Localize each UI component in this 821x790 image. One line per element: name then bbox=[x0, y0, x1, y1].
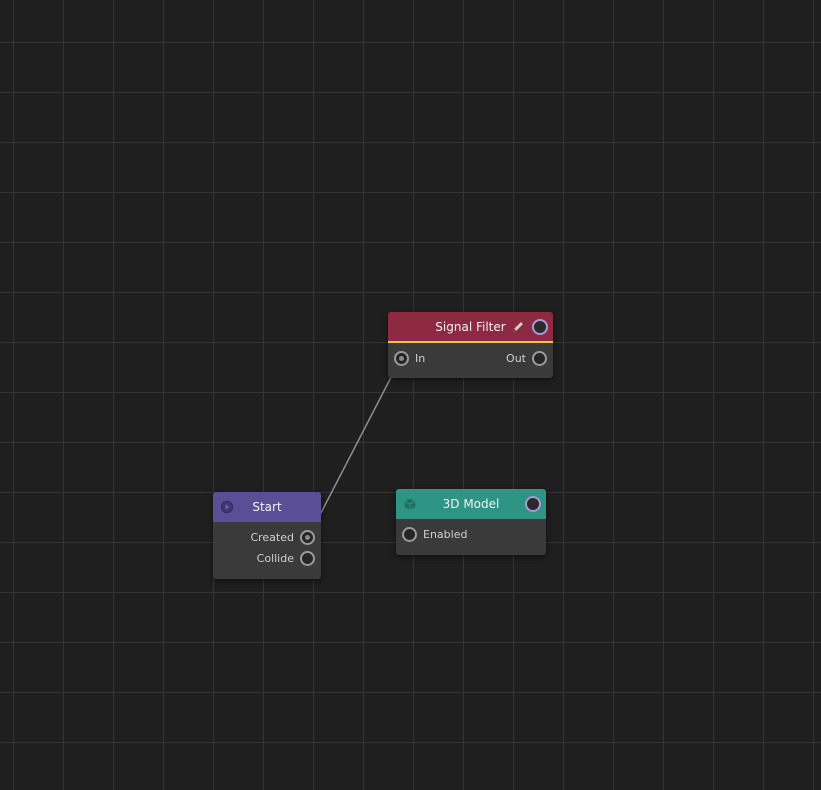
3d-model-enabled-port[interactable]: Enabled bbox=[396, 524, 546, 545]
port-label: Collide bbox=[256, 552, 294, 565]
pencil-icon[interactable] bbox=[512, 320, 525, 333]
signal-filter-ports: In Out bbox=[388, 343, 553, 366]
port-label: Out bbox=[506, 352, 526, 365]
port-label: Enabled bbox=[423, 528, 468, 541]
start-header[interactable]: Start bbox=[213, 492, 321, 522]
3d-model-ports: Enabled bbox=[396, 519, 546, 551]
signal-filter-out-port[interactable]: Out bbox=[506, 348, 553, 369]
start-collide-port[interactable]: Collide bbox=[213, 548, 321, 569]
node-title: Start bbox=[252, 500, 282, 514]
connection-wire[interactable] bbox=[307, 357, 402, 539]
signal-filter-in-socket[interactable] bbox=[394, 351, 409, 366]
cube-icon bbox=[404, 498, 416, 510]
port-label: In bbox=[415, 352, 426, 365]
3d-model-node[interactable]: 3D Model Enabled bbox=[396, 489, 546, 555]
node-graph-canvas[interactable]: Signal Filter In Out Start Created Colli… bbox=[0, 0, 821, 790]
signal-filter-header[interactable]: Signal Filter bbox=[388, 312, 553, 343]
signal-filter-node[interactable]: Signal Filter In Out bbox=[388, 312, 553, 378]
start-node[interactable]: Start Created Collide bbox=[213, 492, 321, 579]
signal-filter-out-socket[interactable] bbox=[532, 351, 547, 366]
play-icon bbox=[220, 500, 234, 514]
port-label: Created bbox=[250, 531, 294, 544]
start-created-port[interactable]: Created bbox=[213, 527, 321, 548]
3d-model-header[interactable]: 3D Model bbox=[396, 489, 546, 519]
start-collide-socket[interactable] bbox=[300, 551, 315, 566]
start-created-socket[interactable] bbox=[300, 530, 315, 545]
node-title: Signal Filter bbox=[435, 319, 506, 334]
node-title: 3D Model bbox=[442, 497, 500, 511]
3d-model-enabled-socket[interactable] bbox=[402, 527, 417, 542]
signal-filter-flow-socket[interactable] bbox=[532, 319, 548, 335]
start-ports: Created Collide bbox=[213, 522, 321, 575]
connection-layer bbox=[307, 357, 402, 539]
3d-model-flow-socket[interactable] bbox=[525, 496, 541, 512]
